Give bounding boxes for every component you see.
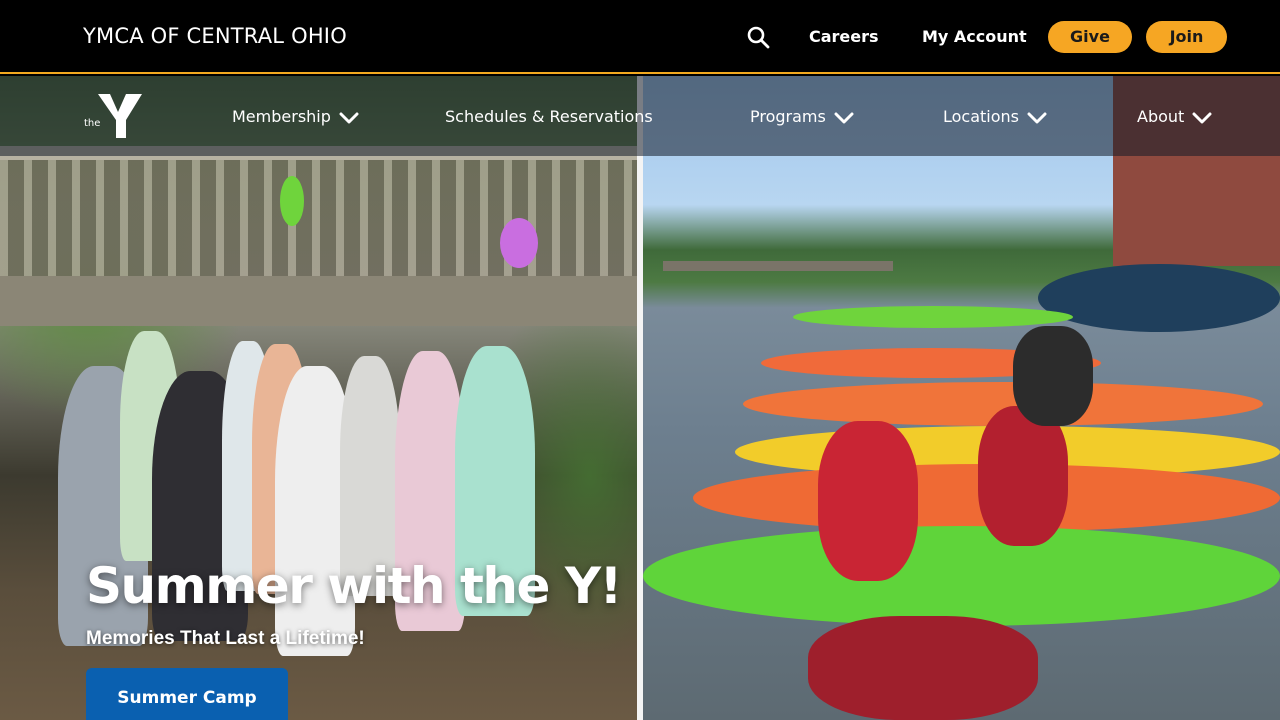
utility-bar: YMCA OF CENTRAL OHIO Careers My Account …: [0, 0, 1280, 74]
nav-about-label: About: [1137, 107, 1185, 126]
nav-about[interactable]: About: [1137, 107, 1212, 126]
nav-programs-label: Programs: [750, 107, 826, 126]
ymca-logo[interactable]: the: [84, 92, 146, 140]
hero-subheading: Memories That Last a Lifetime!: [86, 628, 365, 649]
join-button[interactable]: Join: [1146, 21, 1227, 53]
main-navigation: the Membership Schedules & Reservations …: [0, 76, 1280, 156]
svg-text:the: the: [84, 118, 100, 129]
site-brand[interactable]: YMCA OF CENTRAL OHIO: [83, 24, 347, 48]
chevron-down-icon: [339, 112, 359, 123]
chevron-down-icon: [1027, 112, 1047, 123]
search-icon[interactable]: [746, 25, 770, 49]
hero-photo-camp-kids: [0, 76, 637, 720]
hero-photo-kayaks: [643, 76, 1280, 720]
nav-locations[interactable]: Locations: [943, 107, 1047, 126]
careers-link[interactable]: Careers: [809, 27, 879, 46]
nav-membership[interactable]: Membership: [232, 107, 359, 126]
give-button[interactable]: Give: [1048, 21, 1132, 53]
nav-membership-label: Membership: [232, 107, 331, 126]
nav-schedules-reservations[interactable]: Schedules & Reservations: [445, 107, 653, 126]
nav-locations-label: Locations: [943, 107, 1020, 126]
hero-headline: Summer with the Y!: [86, 557, 622, 615]
hero-banner: [0, 76, 1280, 720]
chevron-down-icon: [1192, 112, 1212, 123]
nav-programs[interactable]: Programs: [750, 107, 854, 126]
chevron-down-icon: [834, 112, 854, 123]
summer-camp-button[interactable]: Summer Camp: [86, 668, 288, 720]
my-account-link[interactable]: My Account: [922, 27, 1027, 46]
nav-schedules-label: Schedules & Reservations: [445, 107, 653, 126]
